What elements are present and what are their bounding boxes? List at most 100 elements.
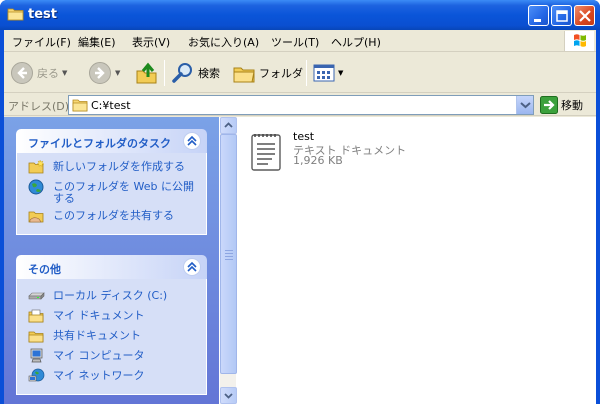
- back-label: 戻る: [37, 67, 59, 80]
- client-area: ファイル(F) 編集(E) 表示(V) お気に入り(A) ツール(T) ヘルプ(…: [4, 30, 596, 404]
- my-network-icon: [28, 368, 45, 382]
- new-folder-icon: [28, 159, 45, 174]
- place-shared-documents[interactable]: 共有ドキュメント: [17, 328, 206, 345]
- task-new-folder[interactable]: 新しいフォルダを作成する: [17, 159, 206, 176]
- other-places-panel: その他 ローカル ディスク (C:) マイ ドキュメント 共有ドキュメント マイ…: [16, 255, 207, 395]
- task-pane: ファイルとフォルダのタスク 新しいフォルダを作成する このフォルダを Web に…: [4, 117, 219, 404]
- file-size: 1,926 KB: [293, 154, 343, 167]
- back-dropdown-icon[interactable]: ▼: [62, 69, 67, 77]
- place-local-disk[interactable]: ローカル ディスク (C:): [17, 288, 206, 305]
- place-my-network[interactable]: マイ ネットワーク: [17, 368, 206, 385]
- panel-header[interactable]: ファイルとフォルダのタスク: [16, 129, 207, 153]
- windows-logo: [564, 31, 594, 51]
- collapse-button[interactable]: [183, 258, 201, 276]
- scroll-up-button[interactable]: [220, 117, 237, 134]
- panel-body: 新しいフォルダを作成する このフォルダを Web に公開する このフォルダを共有…: [16, 153, 207, 235]
- views-button[interactable]: ▼: [313, 59, 343, 87]
- file-folder-tasks-panel: ファイルとフォルダのタスク 新しいフォルダを作成する このフォルダを Web に…: [16, 129, 207, 235]
- panel-title: ファイルとフォルダのタスク: [28, 137, 171, 150]
- title-bar[interactable]: test: [0, 0, 600, 30]
- forward-dropdown-icon[interactable]: ▼: [115, 69, 120, 77]
- scroll-down-button[interactable]: [220, 387, 237, 404]
- task-label: このフォルダを Web に公開する: [53, 180, 194, 205]
- panel-title: その他: [28, 263, 61, 276]
- address-bar: アドレス(D) C:¥test 移動: [4, 94, 596, 116]
- collapse-button[interactable]: [183, 132, 201, 150]
- forward-arrow-icon: [89, 62, 111, 84]
- views-icon: [313, 64, 335, 82]
- web-publish-icon: [28, 179, 44, 195]
- file-item[interactable]: test テキスト ドキュメント 1,926 KB: [248, 129, 406, 177]
- folder-icon: [7, 8, 24, 21]
- close-button[interactable]: [574, 5, 595, 26]
- task-label: このフォルダを共有する: [53, 209, 174, 222]
- back-button[interactable]: 戻る ▼: [10, 59, 67, 87]
- task-label: 新しいフォルダを作成する: [53, 160, 185, 173]
- thumb-grip: [225, 259, 233, 260]
- place-label: マイ ネットワーク: [53, 369, 145, 382]
- address-value: C:¥test: [91, 99, 131, 112]
- minimize-icon: [534, 19, 541, 22]
- up-folder-icon: [136, 62, 157, 84]
- task-publish-web[interactable]: このフォルダを Web に公開する: [17, 179, 206, 205]
- menu-edit[interactable]: 編集(E): [78, 34, 116, 50]
- place-label: ローカル ディスク (C:): [53, 289, 168, 302]
- window-title: test: [28, 7, 57, 22]
- place-my-computer[interactable]: マイ コンピュータ: [17, 348, 206, 365]
- address-input[interactable]: C:¥test: [68, 95, 534, 115]
- folders-label: フォルダ: [259, 67, 303, 80]
- my-documents-icon: [28, 309, 44, 323]
- share-folder-icon: [28, 211, 44, 223]
- minimize-button[interactable]: [528, 5, 549, 26]
- chevron-up-icon: [187, 135, 197, 146]
- menu-favorites[interactable]: お気に入り(A): [188, 34, 259, 50]
- explorer-window: test ファイル(F) 編集(E) 表示(V) お気に入り(A) ツール(T)…: [0, 0, 600, 404]
- place-label: マイ ドキュメント: [53, 309, 145, 322]
- menu-bar: ファイル(F) 編集(E) 表示(V) お気に入り(A) ツール(T) ヘルプ(…: [4, 30, 596, 52]
- address-dropdown-button[interactable]: [516, 96, 533, 114]
- close-icon: [579, 10, 591, 22]
- panel-header[interactable]: その他: [16, 255, 207, 279]
- go-button[interactable]: 移動: [540, 96, 583, 114]
- go-label: 移動: [561, 99, 583, 112]
- folder-icon: [72, 99, 88, 112]
- my-computer-icon: [30, 348, 43, 363]
- chevron-up-icon: [187, 261, 197, 272]
- address-label: アドレス(D): [8, 100, 70, 113]
- back-arrow-icon: [11, 62, 33, 84]
- windows-logo-icon: [574, 34, 586, 47]
- place-label: 共有ドキュメント: [53, 329, 141, 342]
- text-document-icon: [251, 134, 281, 171]
- maximize-button[interactable]: [551, 5, 572, 26]
- menu-tools[interactable]: ツール(T): [271, 34, 319, 50]
- menu-view[interactable]: 表示(V): [132, 34, 170, 50]
- search-button[interactable]: 検索: [171, 59, 220, 87]
- place-label: マイ コンピュータ: [53, 349, 145, 362]
- search-icon: [172, 63, 192, 83]
- up-button[interactable]: [134, 59, 160, 87]
- window-border-right: [596, 30, 600, 404]
- views-dropdown-icon[interactable]: ▼: [338, 69, 343, 77]
- task-share-folder[interactable]: このフォルダを共有する: [17, 208, 206, 225]
- go-arrow-icon: [540, 96, 558, 114]
- chevron-down-icon: [520, 102, 531, 109]
- toolbar: 戻る ▼ ▼ 検索 フォルダ ▼: [4, 53, 596, 93]
- chevron-down-icon: [224, 393, 233, 399]
- thumb-grip: [225, 256, 233, 257]
- panel-body: ローカル ディスク (C:) マイ ドキュメント 共有ドキュメント マイ コンピ…: [16, 279, 207, 395]
- task-pane-scrollbar[interactable]: [219, 117, 237, 404]
- forward-button[interactable]: ▼: [88, 59, 120, 87]
- scroll-thumb[interactable]: [220, 134, 237, 374]
- place-my-documents[interactable]: マイ ドキュメント: [17, 308, 206, 325]
- thumb-grip: [225, 250, 233, 251]
- menu-help[interactable]: ヘルプ(H): [331, 34, 381, 50]
- toolbar-separator: [306, 60, 307, 86]
- main-area: ファイルとフォルダのタスク 新しいフォルダを作成する このフォルダを Web に…: [4, 117, 596, 404]
- local-disk-icon: [28, 292, 45, 300]
- menu-file[interactable]: ファイル(F): [12, 34, 71, 50]
- file-list-area[interactable]: test テキスト ドキュメント 1,926 KB: [237, 117, 596, 404]
- toolbar-separator: [164, 60, 165, 86]
- maximize-icon: [556, 10, 568, 22]
- shared-documents-icon: [28, 331, 44, 343]
- folders-button[interactable]: フォルダ: [232, 59, 303, 87]
